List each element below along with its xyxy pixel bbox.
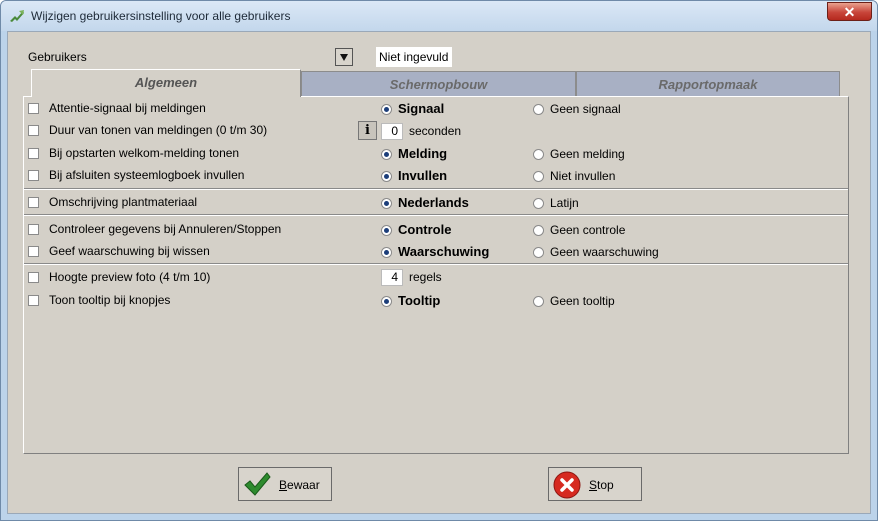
info-button[interactable]: i xyxy=(358,121,377,140)
row-checkbox[interactable] xyxy=(28,103,39,114)
radio-invullen[interactable] xyxy=(381,171,392,182)
row-checkbox[interactable] xyxy=(28,170,39,181)
tab-rapportopmaak[interactable]: Rapportopmaak xyxy=(576,71,840,97)
radio-signaal-label: Signaal xyxy=(398,101,445,116)
dialog-content: Gebruikers Niet ingevuld Algemeen Scherm… xyxy=(7,31,871,514)
save-label: Bewaar xyxy=(279,478,320,492)
radio-latijn-label: Latijn xyxy=(550,196,579,210)
checkmark-icon xyxy=(244,472,271,496)
save-button[interactable]: Bewaar xyxy=(238,467,332,501)
radio-invullen-label: Invullen xyxy=(398,168,448,183)
separator xyxy=(24,214,848,216)
row-checkbox[interactable] xyxy=(28,272,39,283)
radio-geen-waarschuwing[interactable] xyxy=(533,247,544,258)
radio-waarschuwing[interactable] xyxy=(381,247,392,258)
dialog-window: Wijzigen gebruikersinstelling voor alle … xyxy=(0,0,878,521)
duration-input[interactable]: 0 xyxy=(381,123,403,140)
row-checkbox[interactable] xyxy=(28,295,39,306)
radio-geen-signaal-label: Geen signaal xyxy=(550,102,621,116)
stop-shortcut-key: S xyxy=(589,478,598,492)
separator xyxy=(24,188,848,190)
radio-nederlands[interactable] xyxy=(381,198,392,209)
radio-melding-label: Melding xyxy=(398,146,448,161)
row-label: Attentie-signaal bij meldingen xyxy=(49,101,206,115)
radio-signaal[interactable] xyxy=(381,104,392,115)
users-label: Gebruikers xyxy=(28,50,87,64)
radio-melding[interactable] xyxy=(381,149,392,160)
radio-geen-melding-label: Geen melding xyxy=(550,147,625,161)
stop-label: Stop xyxy=(589,478,614,492)
preview-height-unit: regels xyxy=(409,270,442,284)
row-label: Bij opstarten welkom-melding tonen xyxy=(49,146,240,160)
radio-tooltip-label: Tooltip xyxy=(398,293,441,308)
radio-geen-controle-label: Geen controle xyxy=(550,223,626,237)
users-value[interactable]: Niet ingevuld xyxy=(376,47,452,67)
radio-geen-signaal[interactable] xyxy=(533,104,544,115)
duration-unit: seconden xyxy=(409,124,462,138)
row-checkbox[interactable] xyxy=(28,224,39,235)
row-label: Duur van tonen van meldingen (0 t/m 30) xyxy=(49,123,268,137)
stop-label-rest: top xyxy=(597,478,614,492)
save-label-rest: ewaar xyxy=(287,478,320,492)
radio-niet-invullen-label: Niet invullen xyxy=(550,169,616,183)
close-button[interactable]: ✕ xyxy=(827,2,872,21)
preview-height-input[interactable]: 4 xyxy=(381,269,403,286)
radio-geen-controle[interactable] xyxy=(533,225,544,236)
row-checkbox[interactable] xyxy=(28,246,39,257)
save-shortcut-key: B xyxy=(279,478,288,492)
row-label: Hoogte preview foto (4 t/m 10) xyxy=(49,270,211,284)
title-bar: Wijzigen gebruikersinstelling voor alle … xyxy=(1,1,877,31)
radio-geen-melding[interactable] xyxy=(533,149,544,160)
row-checkbox[interactable] xyxy=(28,197,39,208)
radio-tooltip[interactable] xyxy=(381,296,392,307)
radio-controle-label: Controle xyxy=(398,222,452,237)
stop-button[interactable]: Stop xyxy=(548,467,642,501)
radio-waarschuwing-label: Waarschuwing xyxy=(398,244,490,259)
radio-geen-tooltip-label: Geen tooltip xyxy=(550,294,615,308)
radio-niet-invullen[interactable] xyxy=(533,171,544,182)
radio-latijn[interactable] xyxy=(533,198,544,209)
row-checkbox[interactable] xyxy=(28,125,39,136)
radio-nederlands-label: Nederlands xyxy=(398,195,469,210)
row-label: Omschrijving plantmateriaal xyxy=(49,195,198,209)
users-dropdown-button[interactable] xyxy=(335,48,353,66)
radio-controle[interactable] xyxy=(381,225,392,236)
app-icon xyxy=(10,10,24,22)
window-title: Wijzigen gebruikersinstelling voor alle … xyxy=(31,9,291,23)
row-label: Toon tooltip bij knopjes xyxy=(49,293,171,307)
tab-algemeen[interactable]: Algemeen xyxy=(31,69,301,97)
row-label: Controleer gegevens bij Annuleren/Stoppe… xyxy=(49,222,282,236)
radio-geen-waarschuwing-label: Geen waarschuwing xyxy=(550,245,659,259)
row-label: Geef waarschuwing bij wissen xyxy=(49,244,210,258)
tab-schermopbouw[interactable]: Schermopbouw xyxy=(301,71,576,97)
radio-geen-tooltip[interactable] xyxy=(533,296,544,307)
separator xyxy=(24,263,848,265)
stop-icon xyxy=(553,471,581,499)
row-label: Bij afsluiten systeemlogboek invullen xyxy=(49,168,245,182)
row-checkbox[interactable] xyxy=(28,148,39,159)
